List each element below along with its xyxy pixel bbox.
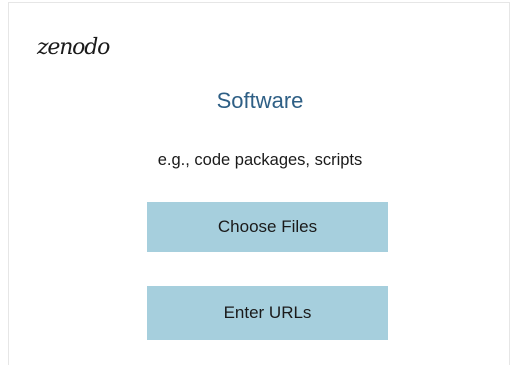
- upload-type-title: Software: [216, 88, 304, 113]
- enter-urls-button[interactable]: Enter URLs: [147, 286, 388, 340]
- upload-card: zenodo Software e.g., code packages, scr…: [8, 2, 510, 365]
- upload-type-description: e.g., code packages, scripts: [157, 151, 363, 169]
- zenodo-logo: zenodo: [37, 35, 110, 60]
- choose-files-button[interactable]: Choose Files: [147, 202, 388, 252]
